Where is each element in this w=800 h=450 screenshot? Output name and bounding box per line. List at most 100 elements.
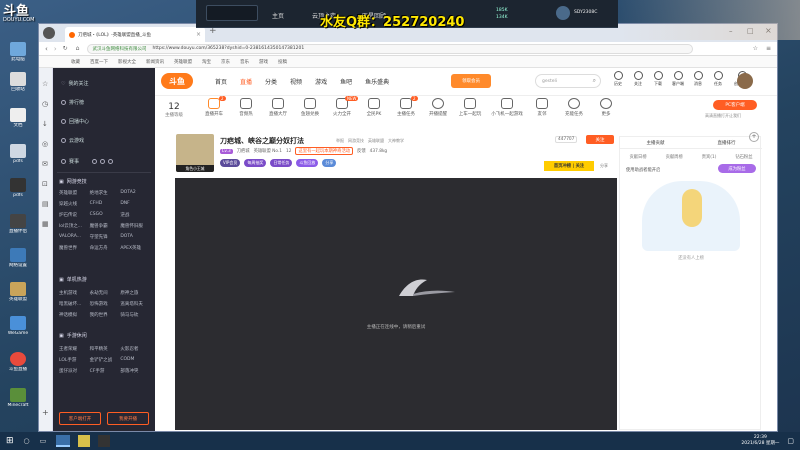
back-icon[interactable]: ‹ <box>45 45 48 53</box>
rank-banner[interactable]: 首页冲榜 | 关注 <box>544 161 594 171</box>
feedback-link[interactable]: 反馈 <box>357 148 366 154</box>
bookmark-item[interactable]: 收藏 <box>71 59 80 65</box>
chip[interactable]: 斗鱼回放 <box>296 159 319 167</box>
game-link[interactable]: CSGO <box>90 212 121 218</box>
reload-icon[interactable]: ↻ <box>63 45 68 52</box>
game-icon[interactable]: ◎ <box>42 140 48 148</box>
bookmark-item[interactable]: 游戏 <box>259 59 268 65</box>
app-icon[interactable]: ▦ <box>42 220 49 228</box>
game-link[interactable]: 魔兽怀旧服 <box>120 223 151 229</box>
download-button[interactable]: 下载 <box>651 71 665 87</box>
nav-game[interactable]: 游戏 <box>315 77 327 86</box>
desktop-icon-mc[interactable]: Minecraft <box>3 388 33 409</box>
game-link[interactable]: 逆战 <box>120 212 151 218</box>
game-link[interactable]: CODM <box>120 357 151 363</box>
tool-pk[interactable]: 全民PK <box>361 98 387 117</box>
taskbar-app-icon[interactable] <box>78 435 91 447</box>
desktop-icon-pc[interactable]: 此电脑 <box>3 42 33 63</box>
game-link[interactable]: 暗黑破坏... <box>59 301 90 307</box>
search-box[interactable]: gesteli ⌕ <box>535 74 601 88</box>
sidebar-item-replay[interactable]: 回播中心 <box>61 118 89 125</box>
task-button[interactable]: 任务 <box>711 71 725 87</box>
game-link[interactable]: 穿越火线 <box>59 201 90 207</box>
game-link[interactable]: 魔兽世界 <box>59 245 90 251</box>
game-link[interactable]: VALORA... <box>59 234 90 240</box>
sidebar-item-sports[interactable]: 赛事 <box>61 158 114 165</box>
game-link[interactable]: DNF <box>120 201 151 207</box>
tool-charge[interactable]: 充能任务 <box>561 98 587 117</box>
tool-exchange[interactable]: 鱼翅兑换 <box>297 98 323 117</box>
bookmark-item[interactable]: 淘宝 <box>202 59 211 65</box>
bookmark-item[interactable]: 音乐 <box>240 59 249 65</box>
follow-button[interactable]: 关注 <box>631 71 645 87</box>
game-link[interactable]: 火影忍者 <box>120 346 151 352</box>
desktop-icon-pdf1[interactable]: pdfs <box>3 144 33 165</box>
game-link[interactable]: 永劫无间 <box>90 290 121 296</box>
go-live-button[interactable]: 我要开播 <box>107 412 149 425</box>
subtab-weekly[interactable]: 贡献周榜 <box>666 154 683 160</box>
game-link[interactable]: 逃离塔科夫 <box>120 301 151 307</box>
sidebar-item-follow[interactable]: ♡ 我的关注 <box>61 80 89 88</box>
star-icon[interactable]: ☆ <box>753 45 758 52</box>
streamer-name[interactable]: 刀疤城 <box>237 148 250 154</box>
site-logo[interactable]: 斗鱼 <box>161 73 193 89</box>
desktop-icon-douyu[interactable]: 斗鱼直播 <box>3 352 33 373</box>
taskbar-clock[interactable]: 22:39 2021/6/28 星期一 <box>741 435 779 447</box>
desktop-icon-net[interactable]: 网络设置 <box>3 248 33 269</box>
nav-video[interactable]: 视频 <box>290 77 302 86</box>
game-link[interactable]: DOTA2 <box>120 190 151 196</box>
tab-live-rank[interactable]: 直播排行 <box>718 140 736 146</box>
tool-task[interactable]: 主播任务 2 <box>393 96 419 117</box>
desktop-icon-wegame[interactable]: WeGame <box>3 316 33 337</box>
sidebar-item-rank[interactable]: 排行榜 <box>61 99 84 106</box>
sidebar-item-cloudgame[interactable]: 云游戏 <box>61 137 84 144</box>
bookmark-item[interactable]: 京东 <box>221 59 230 65</box>
windows-start-icon[interactable]: ⊞ <box>6 436 14 446</box>
game-link[interactable]: 王者荣耀 <box>59 346 90 352</box>
forward-icon[interactable]: › <box>54 45 57 53</box>
mail-icon[interactable]: ✉ <box>42 160 48 168</box>
chip[interactable]: 每周抽奖 <box>244 159 267 167</box>
game-link[interactable]: 骑马与砍 <box>120 312 151 318</box>
search-icon[interactable]: ⌕ <box>593 77 596 85</box>
tag-link[interactable]: 英雄联盟 <box>368 138 384 144</box>
tool-neighbor[interactable]: 友邻 <box>529 98 555 117</box>
tool-plane[interactable]: 小飞机一起游戏 <box>489 98 525 117</box>
game-link[interactable]: 命运方舟 <box>90 245 121 251</box>
tool-audio[interactable]: 音频热 <box>233 98 259 117</box>
follow-button[interactable]: 关注 <box>586 135 614 144</box>
game-link[interactable]: 绝地求生 <box>90 190 121 196</box>
desktop-icon-doc[interactable]: 文档 <box>3 108 33 129</box>
history-icon[interactable]: ◷ <box>42 100 48 108</box>
bookmark-item[interactable]: 投稿 <box>278 59 287 65</box>
game-link[interactable]: 恐怖游戏 <box>90 301 121 307</box>
game-link[interactable]: CF手游 <box>90 368 121 374</box>
chip[interactable]: 日常任务 <box>270 159 293 167</box>
game-link[interactable]: 原神之旅 <box>120 290 151 296</box>
share-link[interactable]: 分享 <box>600 163 608 169</box>
client-open-button[interactable]: 客户端打开 <box>59 412 101 425</box>
download-icon[interactable]: ↓ <box>42 120 48 128</box>
game-link[interactable]: CFHD <box>90 201 121 207</box>
desktop-icon-lol[interactable]: 英雄联盟 <box>3 282 33 303</box>
game-link[interactable]: 和平精英 <box>90 346 121 352</box>
game-link[interactable]: LOL手游 <box>59 357 90 363</box>
subtab-daily[interactable]: 贡献日榜 <box>629 154 646 160</box>
avatar[interactable] <box>737 73 753 89</box>
bookmark-item[interactable]: 新闻资讯 <box>146 59 164 65</box>
url-field[interactable]: 武汉斗鱼网络科技有限公司 https://www.douyu.com/36523… <box>87 43 693 54</box>
video-player[interactable]: 主播正在连线中，请稍后重试 <box>175 178 617 430</box>
tool-carpool[interactable]: 上车一起玩 <box>457 98 483 117</box>
nav-category[interactable]: 分类 <box>265 77 277 86</box>
taskbar-app-icon[interactable] <box>98 435 111 447</box>
game-link[interactable]: 神话模拟 <box>59 312 90 318</box>
become-fan-button[interactable]: 成为粉丝 <box>718 164 756 173</box>
chip[interactable]: 分享 <box>322 159 337 167</box>
tool-drive[interactable]: 直播开车 2 <box>201 96 227 117</box>
client-button[interactable]: 客户端 <box>671 71 685 87</box>
hot-activity[interactable]: 这里有一起玩本期神奇活动 <box>295 147 354 155</box>
desktop-icon-recycle[interactable]: 回收站 <box>3 72 33 93</box>
search-input[interactable]: gesteli <box>542 79 557 84</box>
note-icon[interactable]: ▤ <box>42 200 49 208</box>
menu-icon[interactable]: ≡ <box>766 45 771 52</box>
